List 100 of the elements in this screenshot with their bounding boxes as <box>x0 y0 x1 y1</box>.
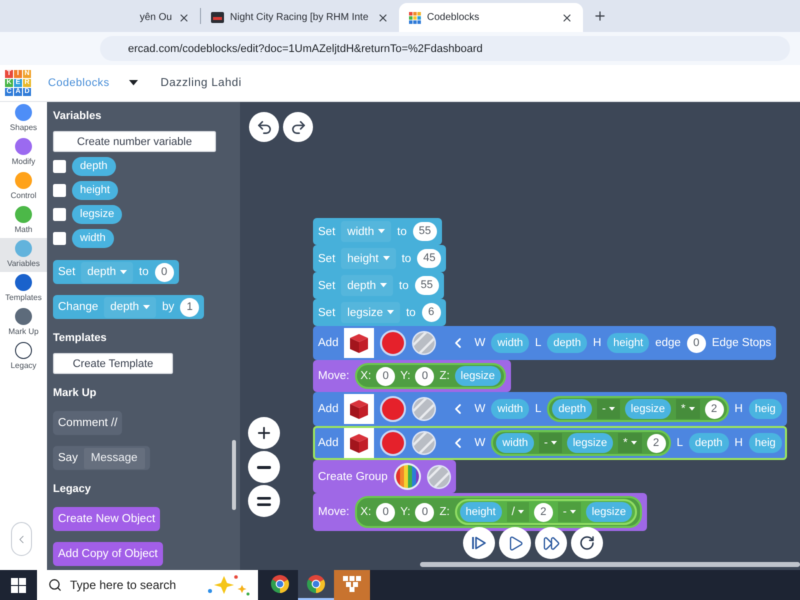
operator-dropdown[interactable]: - <box>596 399 620 419</box>
code-block[interactable]: Set width to 55 <box>313 218 442 245</box>
block-label: Create New Object <box>58 513 156 525</box>
operator-dropdown[interactable]: - <box>539 433 562 453</box>
block-label: Y: <box>400 506 410 518</box>
operator-dropdown[interactable]: / <box>506 502 529 522</box>
code-block[interactable]: Add W width - legsize * 2 L depth H heig <box>313 426 787 460</box>
caret-icon <box>550 441 557 445</box>
code-block[interactable]: Move: X: 0 Y: 0 Z: legsize <box>313 360 511 392</box>
play-button[interactable] <box>499 527 531 559</box>
browser-tab[interactable]: Codeblocks <box>399 3 583 32</box>
category-button[interactable]: Modify <box>0 136 47 170</box>
block-label: to <box>397 226 407 238</box>
code-block[interactable]: Add Copy of Object <box>53 542 163 566</box>
number-field[interactable]: 0 <box>686 334 706 352</box>
code-block[interactable]: Add W width L depth H height edge 0 Edge Stops <box>313 326 776 360</box>
code-block[interactable]: Set height to 45 <box>313 245 446 272</box>
zoom-out-button[interactable] <box>248 451 280 483</box>
block-label: Add <box>318 403 338 415</box>
color-swatch-icon[interactable] <box>380 430 406 456</box>
reset-button[interactable] <box>571 527 603 559</box>
block-label: Set <box>318 280 336 292</box>
fast-forward-button[interactable] <box>535 527 567 559</box>
block-label: to <box>399 280 409 292</box>
design-name[interactable]: Dazzling Lahdi <box>160 77 242 89</box>
striped-circle-icon <box>426 464 451 488</box>
close-icon[interactable] <box>178 12 190 24</box>
category-button[interactable]: Mark Up <box>0 306 47 340</box>
operator-dropdown[interactable]: * <box>618 433 642 453</box>
text-field[interactable]: Message <box>84 448 144 468</box>
expression-block[interactable]: X: 0 Y: 0 Z: height / 2 - legsize <box>355 496 642 528</box>
code-block[interactable]: Comment // <box>53 411 122 435</box>
new-tab-icon[interactable] <box>593 9 607 23</box>
expression-block[interactable]: width - legsize * 2 <box>491 430 671 456</box>
undo-button[interactable] <box>249 112 279 142</box>
address-field[interactable]: ercad.com/codeblocks/edit?doc=1UmAZeljtdH&returnTo=%2Fdashboard <box>100 36 790 61</box>
category-button[interactable]: Templates <box>0 272 47 306</box>
category-button[interactable]: Math <box>0 204 47 238</box>
close-icon[interactable] <box>561 12 573 24</box>
category-button[interactable]: Shapes <box>0 102 47 136</box>
code-block[interactable]: Set legsize to 6 <box>313 299 446 326</box>
zoom-in-button[interactable] <box>248 417 280 449</box>
redo-button[interactable] <box>283 112 313 142</box>
number-field[interactable]: 0 <box>154 262 174 282</box>
number-field[interactable]: 2 <box>534 502 553 522</box>
code-block[interactable]: Set depth to 55 <box>313 272 444 299</box>
rainbow-circle-icon <box>394 463 421 490</box>
category-button[interactable]: Control <box>0 170 47 204</box>
browser-tab[interactable]: Night City Racing [by RHM Inte <box>201 3 399 32</box>
expression-block[interactable]: depth - legsize * 2 <box>547 396 729 422</box>
number-field[interactable]: 55 <box>412 222 437 241</box>
checkbox[interactable] <box>53 184 66 197</box>
operator-dropdown[interactable]: - <box>558 502 581 522</box>
number-field[interactable]: 2 <box>704 400 724 418</box>
code-block[interactable]: Change depth by 1 <box>53 295 204 319</box>
checkbox[interactable] <box>53 208 66 221</box>
number-field[interactable]: 2 <box>646 434 666 452</box>
zoom-reset-button[interactable] <box>248 485 280 517</box>
number-field[interactable]: 0 <box>376 366 396 386</box>
caret-icon <box>380 283 388 288</box>
taskbar-app-button[interactable] <box>298 570 334 600</box>
code-block[interactable]: Move: X: 0 Y: 0 Z: height / 2 - legsize <box>313 493 647 531</box>
operator-dropdown[interactable]: * <box>676 399 700 419</box>
scrollbar[interactable] <box>420 562 800 567</box>
category-button[interactable]: Legacy <box>0 340 47 374</box>
number-field[interactable]: 0 <box>415 502 434 522</box>
reset-icon <box>579 535 595 551</box>
color-swatch-icon[interactable] <box>380 330 406 356</box>
step-button[interactable] <box>463 527 495 559</box>
scrollbar[interactable] <box>232 440 236 510</box>
number-field[interactable]: 6 <box>422 303 441 322</box>
cube-icon <box>344 428 374 458</box>
product-menu[interactable]: Codeblocks <box>48 77 138 89</box>
block-label: Comment // <box>58 417 118 429</box>
code-block[interactable]: Create New Object <box>53 507 160 531</box>
create-button[interactable]: Create Template <box>53 353 173 374</box>
code-block[interactable]: Say Message <box>53 446 150 470</box>
block-label: by <box>162 301 174 313</box>
browser-tab[interactable]: yên Ou <box>0 3 200 32</box>
block-label: Add Copy of Object <box>58 548 158 560</box>
checkbox[interactable] <box>53 232 66 245</box>
color-swatch-icon[interactable] <box>380 396 406 422</box>
category-button[interactable]: Variables <box>0 238 47 272</box>
create-button[interactable]: Create number variable <box>53 131 216 152</box>
code-block[interactable]: Set depth to 0 <box>53 260 179 284</box>
close-icon[interactable] <box>377 12 389 24</box>
code-block[interactable]: Add W width L depth - legsize * 2 H heig <box>313 392 787 426</box>
favicon-icon <box>211 12 224 23</box>
number-field[interactable]: 0 <box>376 502 396 522</box>
number-field[interactable]: 45 <box>417 249 442 268</box>
number-field[interactable]: 55 <box>414 276 439 295</box>
expression-block[interactable]: X: 0 Y: 0 Z: legsize <box>355 363 506 389</box>
search-field[interactable]: Type here to search <box>37 570 258 600</box>
expression-block[interactable]: height / 2 - legsize <box>454 499 637 525</box>
checkbox[interactable] <box>53 160 66 173</box>
number-field[interactable]: 1 <box>180 298 200 316</box>
block-label: X: <box>360 506 372 518</box>
number-field[interactable]: 0 <box>415 366 434 386</box>
block-label: to <box>402 252 412 264</box>
code-block[interactable]: Create Group <box>313 460 456 493</box>
